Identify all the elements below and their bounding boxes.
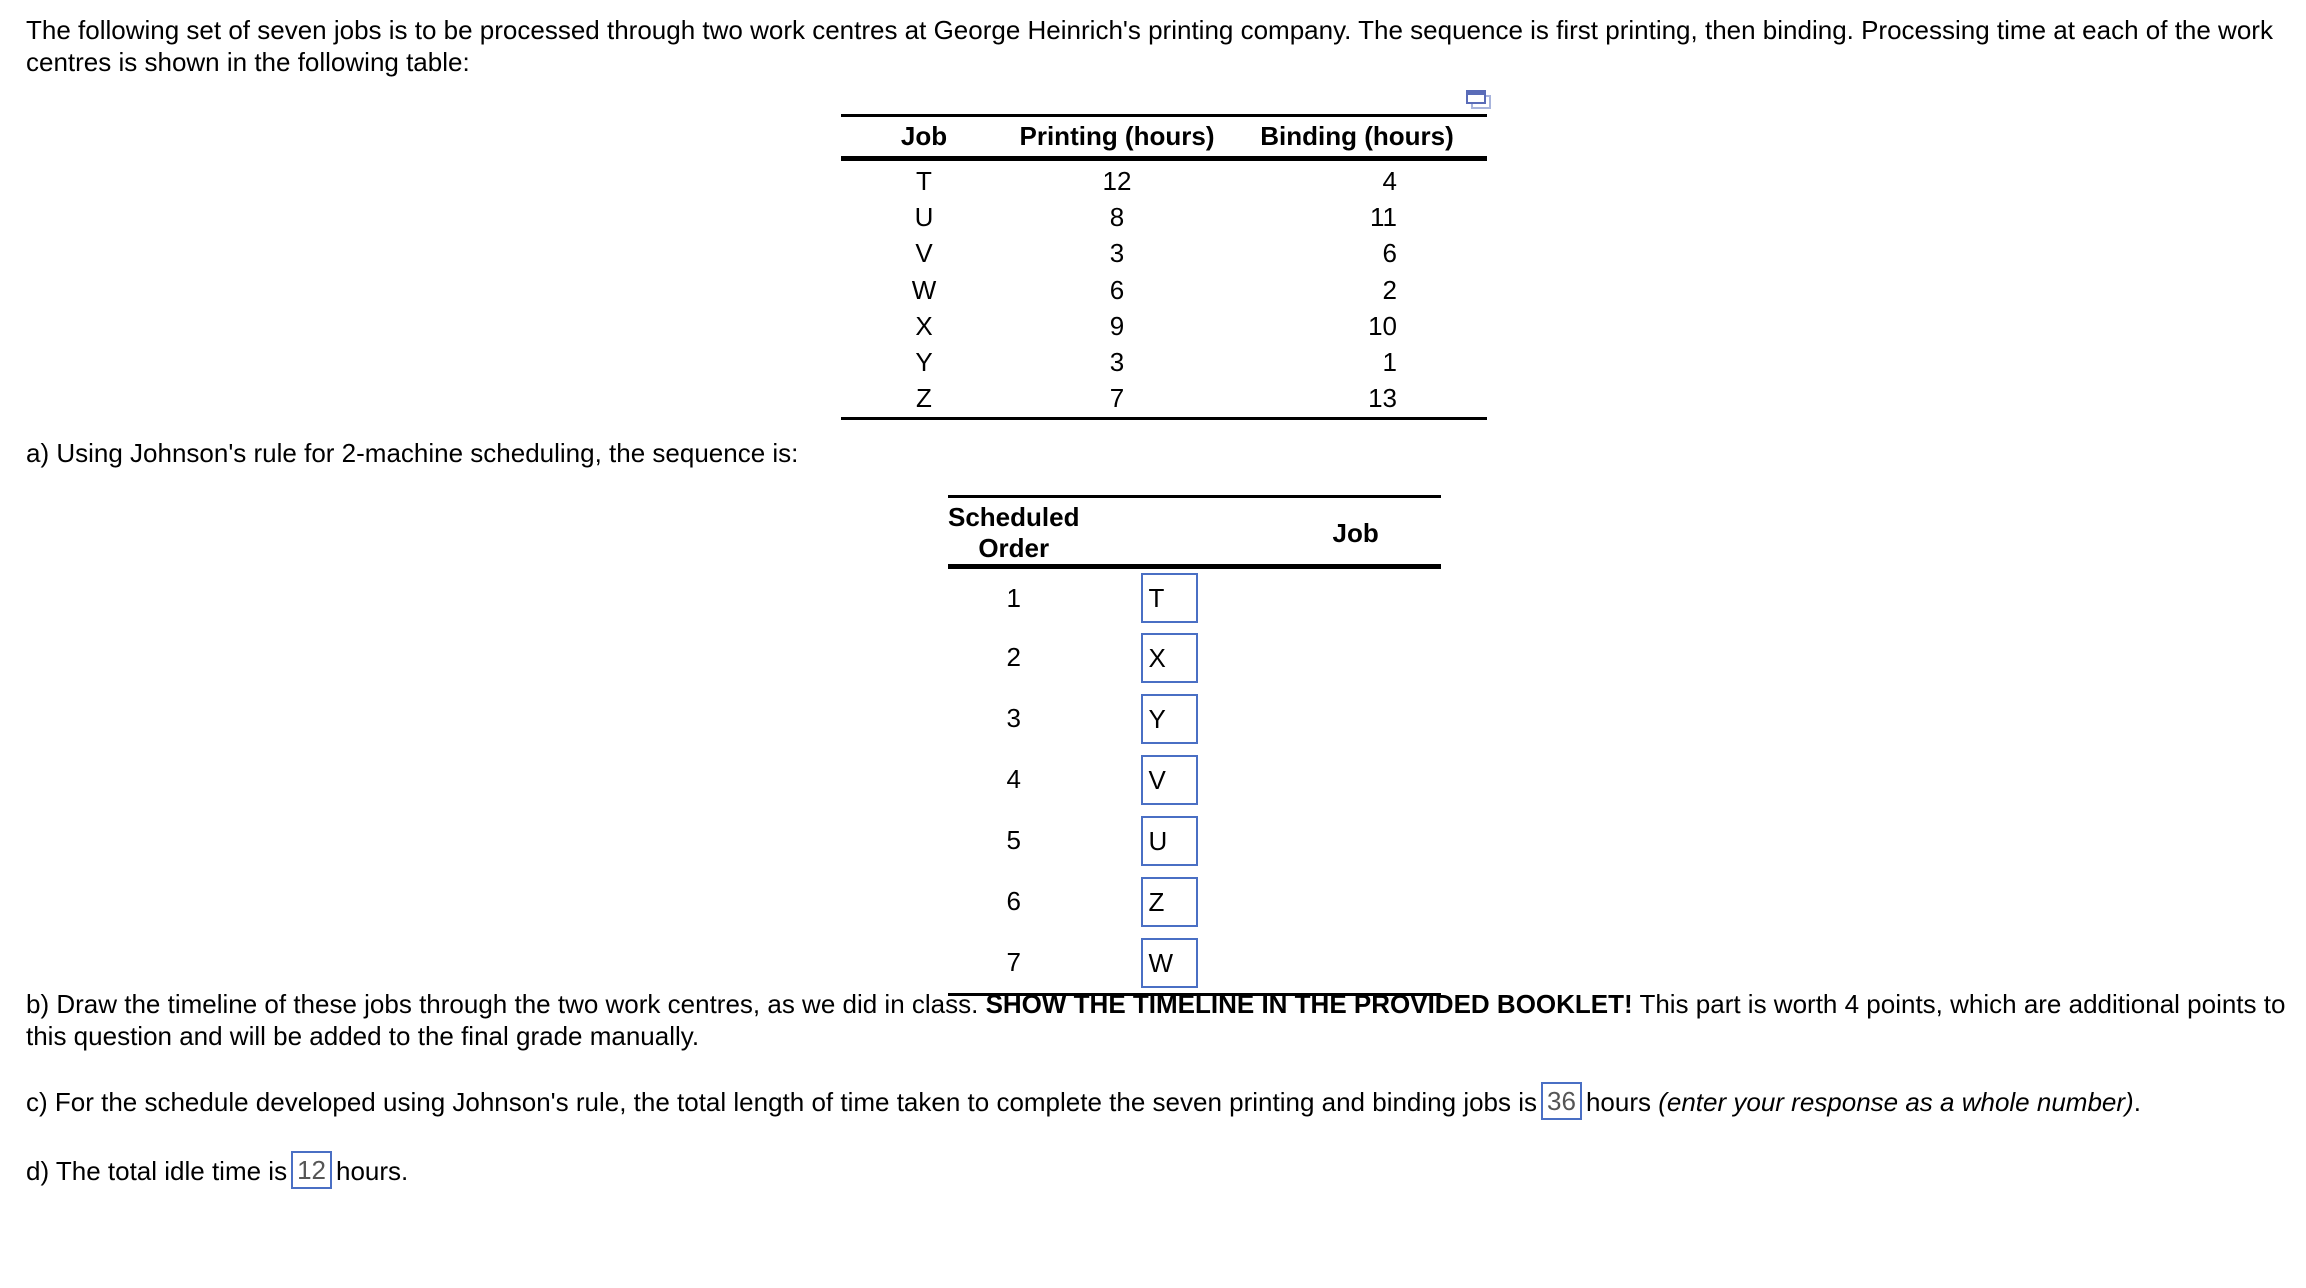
table-row: 2X xyxy=(948,627,1441,688)
job-answer-cell: Z xyxy=(1079,871,1440,932)
table-row: W 6 2 xyxy=(841,272,1487,308)
order-cell: 5 xyxy=(1006,825,1021,855)
order-cell: 2 xyxy=(1006,642,1021,672)
job-cell: V xyxy=(915,238,933,269)
printing-cell: 6 xyxy=(1109,274,1125,305)
binding-cell: 4 xyxy=(1382,165,1397,196)
job-answer-field[interactable]: W xyxy=(1141,937,1199,988)
header-scheduled-order: Scheduled Order xyxy=(948,496,1080,569)
order-cell: 7 xyxy=(1006,947,1021,977)
part-c-hint: (enter your response as a whole number) xyxy=(1658,1086,2134,1117)
header-job: Job xyxy=(1079,496,1441,569)
header-binding: Binding (hours) xyxy=(1227,115,1487,161)
printing-cell: 12 xyxy=(1102,165,1132,196)
header-printing: Printing (hours) xyxy=(1007,115,1227,161)
part-c-unit: hours xyxy=(1585,1086,1651,1117)
job-cell: X xyxy=(915,310,933,341)
table-row: 3Y xyxy=(948,688,1441,749)
table-row: V 3 6 xyxy=(841,236,1487,272)
part-d-unit: hours. xyxy=(336,1155,409,1186)
job-cell: W xyxy=(911,274,937,305)
job-answer-cell: U xyxy=(1079,810,1440,871)
job-answer-field[interactable]: T xyxy=(1141,573,1199,623)
part-d-prefix: d) The total idle time is xyxy=(26,1155,288,1186)
job-answer-cell: W xyxy=(1079,932,1440,995)
part-c-prefix: c) For the schedule developed using John… xyxy=(26,1086,1538,1117)
part-b-instructions: b) Draw the timeline of these jobs throu… xyxy=(26,988,2296,1052)
table-row: 5U xyxy=(948,810,1441,871)
binding-cell: 13 xyxy=(1368,383,1397,414)
job-cell: U xyxy=(914,201,934,232)
table-row: 7W xyxy=(948,932,1441,995)
binding-cell: 2 xyxy=(1382,274,1397,305)
job-answer-cell: V xyxy=(1079,749,1440,810)
job-cell: Y xyxy=(915,347,933,378)
job-answer-field[interactable]: X xyxy=(1141,632,1199,683)
table-row: 6Z xyxy=(948,871,1441,932)
table-header-row: Job Printing (hours) Binding (hours) xyxy=(841,115,1487,161)
job-cell: Z xyxy=(916,383,932,414)
printing-cell: 8 xyxy=(1109,201,1125,232)
idle-time-answer-field[interactable]: 12 xyxy=(291,1151,333,1189)
table-row: Z 7 13 xyxy=(841,381,1487,419)
binding-cell: 11 xyxy=(1370,201,1397,232)
job-answer-field[interactable]: V xyxy=(1141,754,1199,805)
header-job: Job xyxy=(841,115,1007,161)
sequence-table: Scheduled Order Job 1T2X3Y4V5U6Z7W xyxy=(948,495,1441,996)
table-row: X 9 10 xyxy=(841,308,1487,344)
job-answer-field[interactable]: Y xyxy=(1141,693,1199,744)
intro-paragraph: The following set of seven jobs is to be… xyxy=(26,15,2273,77)
binding-cell: 1 xyxy=(1382,347,1397,378)
job-answer-field[interactable]: Z xyxy=(1141,876,1199,927)
table-header-row: Scheduled Order Job xyxy=(948,496,1441,569)
part-b-prefix: b) Draw the timeline of these jobs throu… xyxy=(26,989,986,1019)
table-row: T 12 4 xyxy=(841,159,1487,200)
order-cell: 4 xyxy=(1006,764,1021,794)
printing-cell: 9 xyxy=(1109,310,1125,341)
job-answer-cell: X xyxy=(1079,627,1440,688)
table-row: 1T xyxy=(948,567,1441,628)
job-answer-cell: T xyxy=(1079,567,1440,628)
printing-cell: 3 xyxy=(1109,238,1125,269)
printing-cell: 7 xyxy=(1109,383,1125,414)
table-row: Y 3 1 xyxy=(841,344,1487,380)
part-c-end: . xyxy=(2133,1086,2141,1117)
part-b-emphasis: SHOW THE TIMELINE IN THE PROVIDED BOOKLE… xyxy=(985,989,1633,1019)
table-row: U 8 11 xyxy=(841,199,1487,235)
printing-cell: 3 xyxy=(1109,347,1125,378)
job-answer-field[interactable]: U xyxy=(1141,815,1199,866)
binding-cell: 10 xyxy=(1368,310,1397,341)
part-c-question: c) For the schedule developed using John… xyxy=(26,1082,2141,1123)
part-a-prompt: a) Using Johnson's rule for 2-machine sc… xyxy=(26,438,799,468)
job-answer-cell: Y xyxy=(1079,688,1440,749)
order-cell: 1 xyxy=(1006,582,1021,613)
makespan-answer-field[interactable]: 36 xyxy=(1541,1082,1582,1120)
order-cell: 3 xyxy=(1006,703,1021,733)
table-row: 4V xyxy=(948,749,1441,810)
order-cell: 6 xyxy=(1006,886,1021,916)
part-d-question: d) The total idle time is 12 hours. xyxy=(26,1151,409,1192)
header-job-label: Job xyxy=(1332,517,1379,548)
binding-cell: 6 xyxy=(1382,238,1397,269)
processing-times-table: Job Printing (hours) Binding (hours) T 12… xyxy=(841,114,1487,421)
job-cell: T xyxy=(916,165,932,196)
popout-window-icon[interactable] xyxy=(1466,87,1492,109)
